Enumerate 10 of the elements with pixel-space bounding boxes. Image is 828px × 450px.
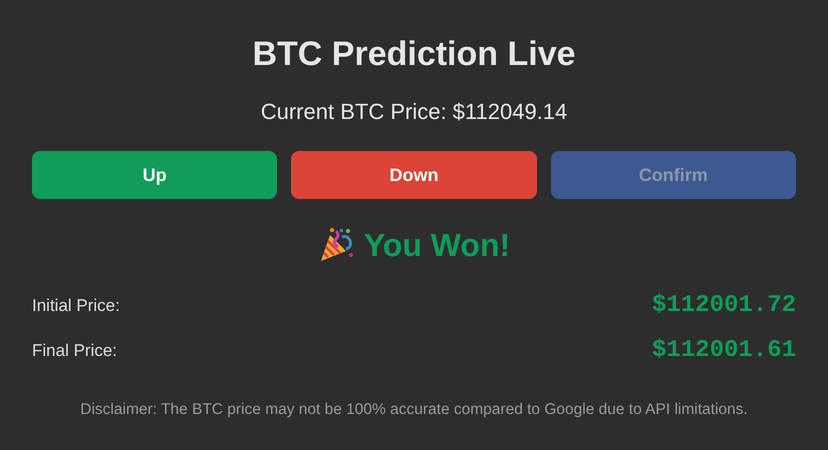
current-price: Current BTC Price: $112049.14 xyxy=(260,98,568,126)
disclaimer-text: Disclaimer: The BTC price may not be 100% accurate compared to Google due to API limitations. xyxy=(79,401,749,419)
down-button[interactable]: Down xyxy=(291,151,537,199)
price-value: $112001.61 xyxy=(652,337,796,364)
price-label: Final Price: xyxy=(32,340,118,360)
price-label: Initial Price: xyxy=(32,296,120,316)
result-message: You Won! xyxy=(364,226,510,264)
app-title: BTC Prediction Live xyxy=(251,34,577,74)
price-value: $112001.72 xyxy=(652,292,796,319)
up-button[interactable]: Up xyxy=(32,151,278,199)
